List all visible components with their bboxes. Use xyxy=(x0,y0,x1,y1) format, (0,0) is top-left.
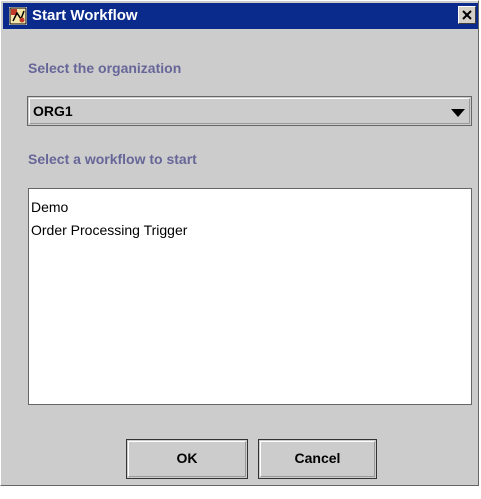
organization-label: Select the organization xyxy=(28,60,182,76)
workflow-label: Select a workflow to start xyxy=(28,151,197,167)
organization-dropdown-bevel xyxy=(29,98,470,124)
close-button[interactable] xyxy=(458,6,476,24)
cancel-button-label: Cancel xyxy=(294,450,341,466)
list-item[interactable]: Demo xyxy=(31,199,68,215)
workflow-list[interactable]: Demo Order Processing Trigger xyxy=(28,188,472,405)
organization-dropdown[interactable]: ORG1 xyxy=(27,96,472,126)
list-item[interactable]: Order Processing Trigger xyxy=(31,222,187,238)
workflow-app-icon xyxy=(9,7,27,25)
ok-button[interactable]: OK xyxy=(126,439,248,479)
ok-button-label: OK xyxy=(176,450,198,466)
start-workflow-dialog: Start Workflow Select the organization O… xyxy=(0,0,479,486)
close-icon xyxy=(462,10,472,20)
title-bar[interactable]: Start Workflow xyxy=(3,3,478,29)
triangle-down-icon[interactable] xyxy=(451,105,465,117)
window-title: Start Workflow xyxy=(32,7,138,24)
organization-selected-value: ORG1 xyxy=(33,103,73,119)
cancel-button[interactable]: Cancel xyxy=(258,439,377,479)
